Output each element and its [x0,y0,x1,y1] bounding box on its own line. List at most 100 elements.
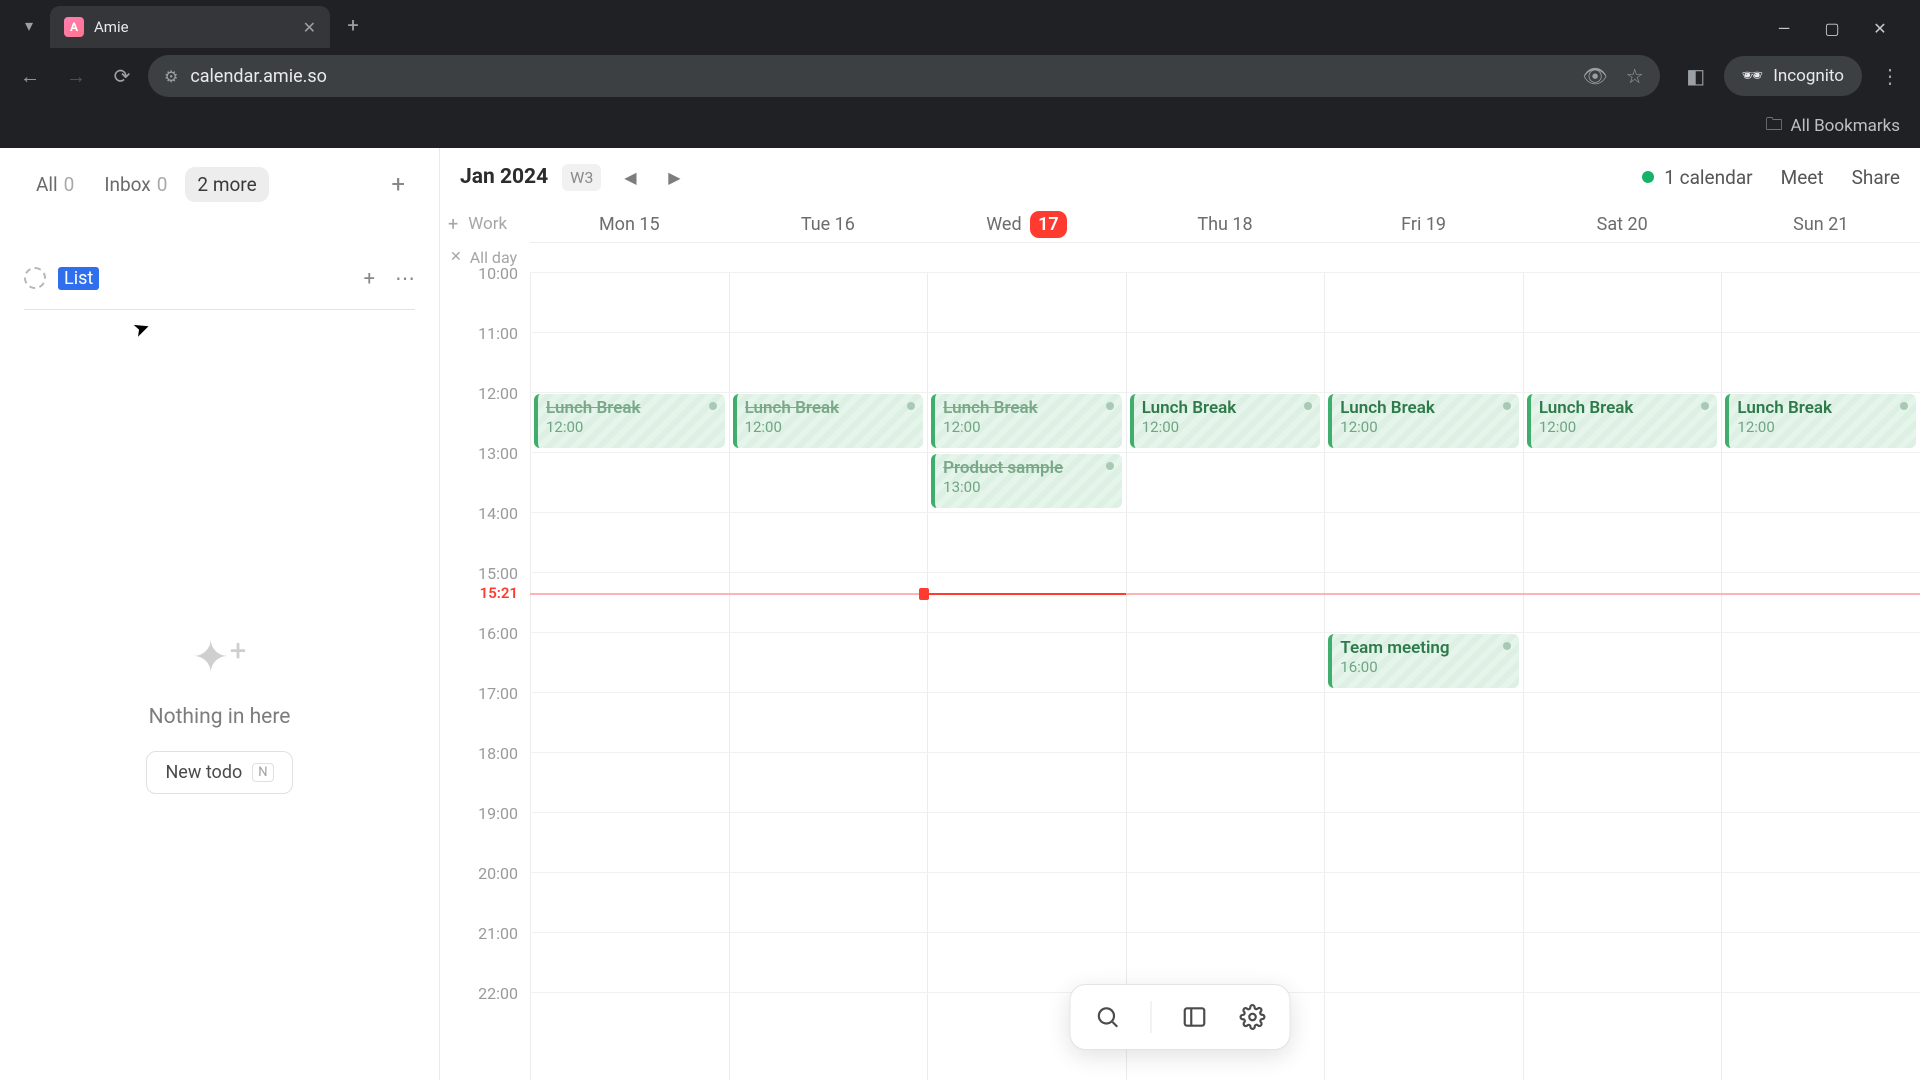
back-button[interactable]: ← [10,56,50,96]
add-list-button[interactable]: + [381,166,415,202]
event-time: 12:00 [1737,418,1908,436]
now-time-label: 15:21 [440,584,530,602]
calendar-event[interactable]: Lunch Break12:00 [1725,394,1916,448]
incognito-label: Incognito [1773,66,1844,86]
now-line [530,593,1920,595]
grid-vline [1721,272,1722,1080]
day-header[interactable]: Wed 17 [927,214,1126,235]
grid-hline [530,812,1920,813]
address-bar[interactable]: ⚙ calendar.amie.so 👁 ☆ [148,55,1660,97]
next-week-button[interactable]: ▶ [659,162,689,192]
hour-label: 18:00 [440,744,530,763]
day-header[interactable]: Tue 16 [729,214,928,235]
minimize-icon[interactable]: ― [1772,19,1796,38]
list-name-input[interactable]: List [58,267,99,290]
new-tab-button[interactable]: + [336,8,370,42]
layout-icon[interactable] [1180,1002,1210,1032]
grid-hline [530,752,1920,753]
reload-button[interactable]: ⟳ [102,56,142,96]
calendar-event[interactable]: Lunch Break12:00 [1328,394,1519,448]
tab-title: Amie [94,18,293,36]
browser-tab[interactable]: A Amie ✕ [50,6,330,48]
allday-cell[interactable] [927,242,1126,272]
event-title: Lunch Break [1340,398,1511,418]
hour-label: 11:00 [440,324,530,343]
event-title: Lunch Break [1539,398,1710,418]
all-bookmarks-button[interactable]: 🗀 All Bookmarks [1766,112,1900,141]
day-header[interactable]: Mon 15 [530,214,729,235]
calendar-main: Jan 2024 W3 ◀ ▶ 1 calendar Meet Share + … [440,148,1920,1080]
grid-vline [1126,272,1127,1080]
event-time: 12:00 [943,418,1114,436]
event-time: 12:00 [1539,418,1710,436]
event-time: 12:00 [546,418,717,436]
prev-week-button[interactable]: ◀ [615,162,645,192]
sidebar-tab-label: Inbox [104,173,150,196]
browser-menu-icon[interactable]: ⋮ [1870,56,1910,96]
calendar-event[interactable]: Product sample13:00 [931,454,1122,508]
allday-cell[interactable] [1523,242,1722,272]
plus-icon[interactable]: + [448,214,458,235]
day-header[interactable]: Fri 19 [1324,214,1523,235]
calendar-event[interactable]: Lunch Break12:00 [1130,394,1321,448]
list-color-icon[interactable] [24,267,46,289]
eye-off-icon[interactable]: 👁 [1582,64,1607,88]
sidebar-tab-count: 0 [157,173,168,196]
sidebar-tab-count: 0 [64,173,75,196]
grid-vline [927,272,928,1080]
grid-hline [530,692,1920,693]
event-time: 13:00 [943,478,1114,496]
side-panel-icon[interactable]: ◧ [1676,56,1716,96]
event-dot-icon [1503,642,1511,650]
separator [1151,1001,1152,1033]
work-filter[interactable]: + Work [440,214,530,235]
sparkle-icon: ✦⁺ [192,631,247,683]
time-grid[interactable]: 10:0011:0012:0013:0014:0015:0016:0017:00… [440,272,1920,1080]
meet-button[interactable]: Meet [1781,166,1824,189]
grid-hline [530,452,1920,453]
allday-row: ✕ All day [440,242,1920,272]
maximize-icon[interactable]: ▢ [1820,19,1844,38]
event-title: Lunch Break [1737,398,1908,418]
calendar-event[interactable]: Lunch Break12:00 [733,394,924,448]
app-root: All 0 Inbox 0 2 more + List + ⋯ ✦⁺ Nothi… [0,148,1920,1080]
day-header[interactable]: Sat 20 [1523,214,1722,235]
calendar-event[interactable]: Lunch Break12:00 [1527,394,1718,448]
incognito-badge[interactable]: 🕶 Incognito [1724,56,1862,96]
grid-hline [530,272,1920,273]
add-todo-icon[interactable]: + [364,266,375,290]
allday-cell[interactable] [1721,242,1920,272]
sidebar-tab-all[interactable]: All 0 [24,167,86,202]
tab-search-dropdown[interactable]: ▾ [12,8,46,42]
sidebar-tab-inbox[interactable]: Inbox 0 [92,167,179,202]
day-header[interactable]: Sun 21 [1721,214,1920,235]
event-title: Lunch Break [546,398,717,418]
calendar-event[interactable]: Team meeting16:00 [1328,634,1519,688]
calendar-event[interactable]: Lunch Break12:00 [534,394,725,448]
calendar-count-pill[interactable]: 1 calendar [1642,166,1752,189]
allday-cell[interactable] [1126,242,1325,272]
event-time: 12:00 [745,418,916,436]
day-header[interactable]: Thu 18 [1126,214,1325,235]
gear-icon[interactable] [1238,1002,1268,1032]
bookmark-star-icon[interactable]: ☆ [1626,64,1644,88]
share-button[interactable]: Share [1852,166,1900,189]
hour-label: 19:00 [440,804,530,823]
list-more-icon[interactable]: ⋯ [395,266,415,290]
bookmark-bar: 🗀 All Bookmarks [0,104,1920,148]
close-icon[interactable]: ✕ [303,18,316,37]
calendar-grid[interactable]: + Work Mon 15Tue 16Wed 17Thu 18Fri 19Sat… [440,206,1920,1080]
list-item[interactable]: List + ⋯ [0,252,439,304]
new-todo-button[interactable]: New todo N [146,751,292,794]
collapse-icon[interactable]: ✕ [450,249,462,265]
allday-cell[interactable] [530,242,729,272]
close-window-icon[interactable]: ✕ [1868,19,1892,38]
sidebar-tab-more[interactable]: 2 more [185,167,268,202]
allday-cell[interactable] [1324,242,1523,272]
site-settings-icon[interactable]: ⚙ [164,67,178,86]
calendar-event[interactable]: Lunch Break12:00 [931,394,1122,448]
grid-hline [530,392,1920,393]
search-icon[interactable] [1093,1002,1123,1032]
allday-cell[interactable] [729,242,928,272]
folder-icon: 🗀 [1766,112,1783,141]
